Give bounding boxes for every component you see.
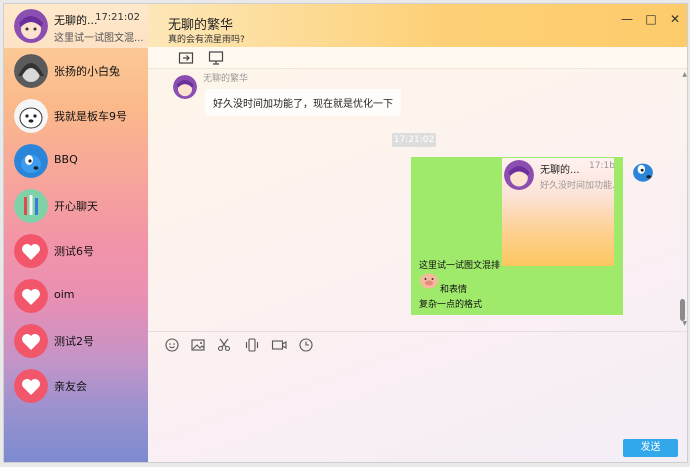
chat-toolbar xyxy=(148,47,687,69)
scroll-down-icon[interactable]: ▼ xyxy=(682,320,687,327)
contact-name: 测试2号 xyxy=(54,335,94,348)
contact-item[interactable]: 无聊的... 17:21:02 这里试一试图文混... xyxy=(4,4,148,48)
contact-item[interactable]: BBQ xyxy=(4,139,148,183)
contact-name: 张扬的小白兔 xyxy=(54,65,120,78)
contact-item[interactable]: 亲友会 xyxy=(4,364,148,408)
message-bubble: 好久没时间加功能了，现在就是优化一下 xyxy=(205,89,401,116)
hooded-figure-avatar xyxy=(14,54,48,88)
contact-name: 亲友会 xyxy=(54,380,87,393)
sender-name: 无聊的繁华 xyxy=(203,74,249,84)
card-avatar xyxy=(504,160,534,190)
contact-name: oim xyxy=(54,288,75,301)
message-text: 复杂一点的格式 xyxy=(419,300,483,310)
contact-name: BBQ xyxy=(54,153,78,166)
contact-item[interactable]: 测试2号 xyxy=(4,319,148,363)
close-button[interactable]: ✕ xyxy=(666,10,684,28)
contact-name: 我就是板车9号 xyxy=(54,110,127,123)
conversation-panel: 无聊的繁华 真的会有流星雨吗? — □ ✕ 无聊的繁华 好久没时间加功能了，现在… xyxy=(148,4,687,462)
forwarded-contact-card[interactable]: 无聊的... 17:1b: 好久没时间加功能... xyxy=(502,158,614,266)
card-preview: 好久没时间加功能... xyxy=(540,181,614,191)
message-list: 无聊的繁华 好久没时间加功能了，现在就是优化一下 17:21:02 无聊的...… xyxy=(148,69,687,328)
composer-toolbar xyxy=(148,331,687,353)
contact-item[interactable]: 测试6号 xyxy=(4,229,148,273)
anime-girl-avatar xyxy=(14,9,48,43)
heart-avatar xyxy=(14,279,48,313)
contact-item[interactable]: 张扬的小白兔 xyxy=(4,49,148,93)
contact-preview: 这里试一试图文混... xyxy=(54,33,144,44)
chat-window: 无聊的... 17:21:02 这里试一试图文混... 张扬的小白兔 我就是板车… xyxy=(3,3,688,463)
status-signature: 真的会有流星雨吗? xyxy=(168,35,245,45)
heart-avatar xyxy=(14,369,48,403)
contact-name: 测试6号 xyxy=(54,245,94,258)
contact-item[interactable]: 开心聊天 xyxy=(4,184,148,228)
conversation-header: 无聊的繁华 真的会有流星雨吗? — □ ✕ xyxy=(148,4,687,47)
blue-dog-avatar xyxy=(14,144,48,178)
scissors-icon[interactable] xyxy=(216,337,232,353)
message-text: 和表情 xyxy=(440,285,468,295)
message-input[interactable] xyxy=(148,354,687,462)
contact-name: 无聊的... xyxy=(54,14,98,27)
card-name: 无聊的... xyxy=(540,165,580,176)
message-text: 这里试一试图文混排 xyxy=(419,261,501,271)
contact-name: 开心聊天 xyxy=(54,200,98,213)
heart-avatar xyxy=(14,324,48,358)
my-avatar xyxy=(629,157,657,185)
pencils-avatar xyxy=(14,189,48,223)
white-dog-avatar xyxy=(14,99,48,133)
remote-desktop-icon[interactable] xyxy=(208,50,224,66)
card-time: 17:1b: xyxy=(589,161,614,171)
scrollbar-thumb[interactable] xyxy=(680,299,685,321)
heart-avatar xyxy=(14,234,48,268)
maximize-button[interactable]: □ xyxy=(642,10,660,28)
contact-item[interactable]: 我就是板车9号 xyxy=(4,94,148,138)
clock-icon[interactable] xyxy=(298,337,314,353)
contact-list: 无聊的... 17:21:02 这里试一试图文混... 张扬的小白兔 我就是板车… xyxy=(4,4,148,462)
page-title: 无聊的繁华 xyxy=(168,18,234,33)
video-icon[interactable] xyxy=(271,337,287,353)
send-button[interactable]: 发送 xyxy=(623,439,678,457)
vibrate-icon[interactable] xyxy=(244,337,260,353)
outgoing-message-bubble: 无聊的... 17:1b: 好久没时间加功能... 这里试一试图文混排 和表情 … xyxy=(411,157,623,315)
scroll-up-icon[interactable]: ▲ xyxy=(682,71,687,78)
minimize-button[interactable]: — xyxy=(618,10,636,28)
file-transfer-icon[interactable] xyxy=(178,50,194,66)
message-timestamp: 17:21:02 xyxy=(392,133,436,147)
pig-emoji-icon xyxy=(419,271,439,289)
image-icon[interactable] xyxy=(190,337,206,353)
sender-avatar xyxy=(173,75,197,99)
contact-item[interactable]: oim xyxy=(4,274,148,318)
emoji-icon[interactable] xyxy=(164,337,180,353)
contact-time: 17:21:02 xyxy=(95,12,140,23)
